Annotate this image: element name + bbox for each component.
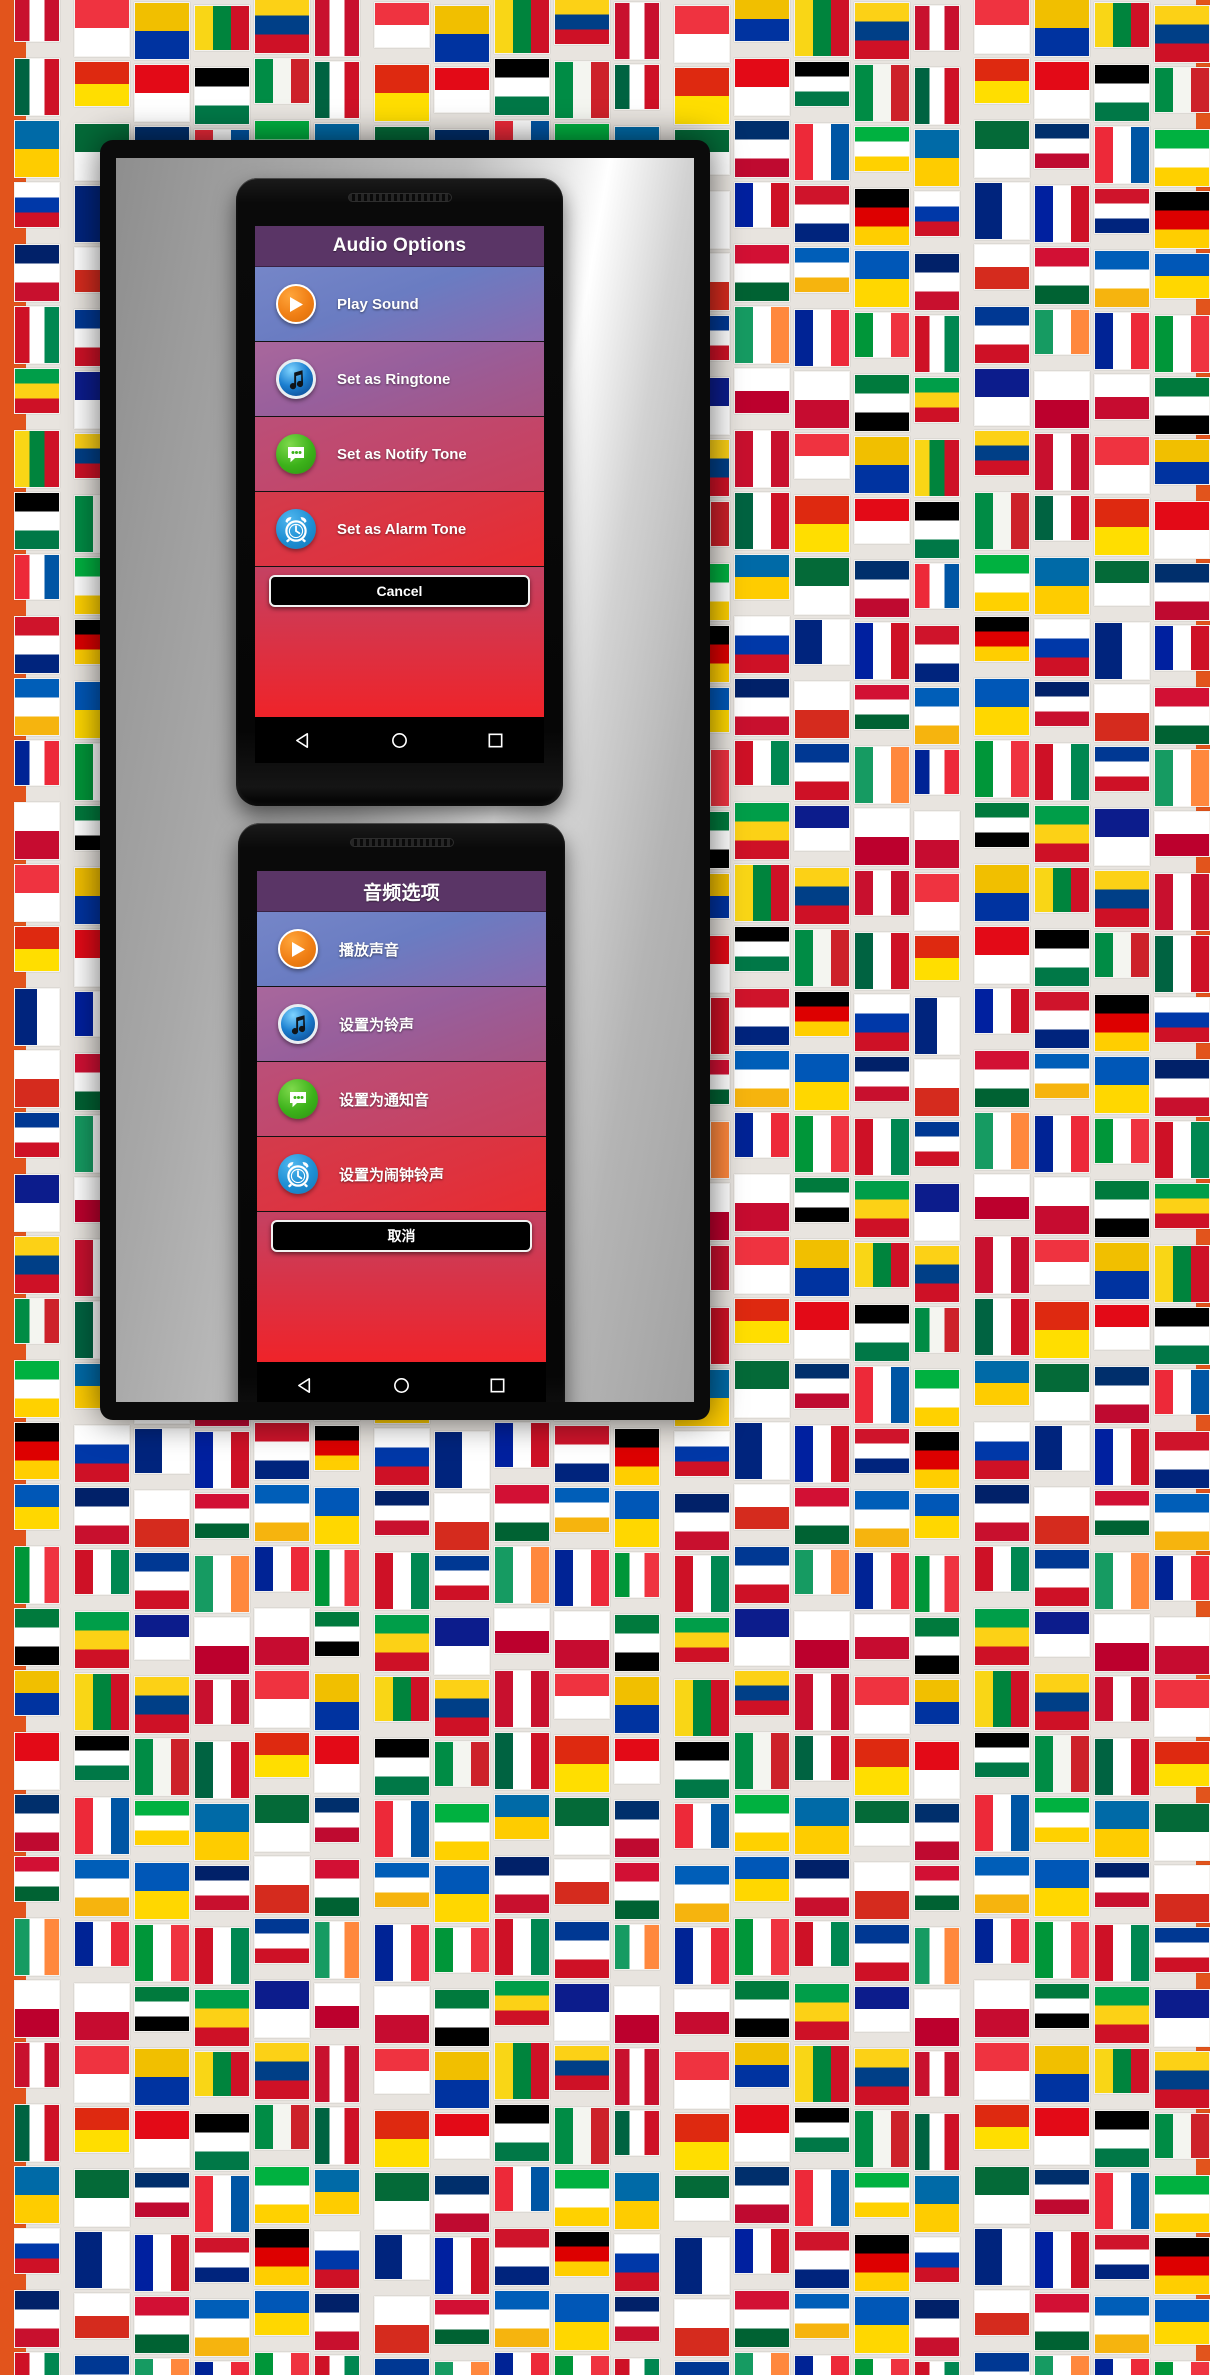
dialog-title: Audio Options [255, 226, 544, 267]
home-icon[interactable] [390, 731, 409, 750]
cancel-button[interactable]: 取消 [271, 1220, 532, 1252]
audio-options-dialog: Audio Options Play Sound Set as Ringtone… [255, 226, 544, 717]
cancel-row: 取消 [257, 1212, 546, 1252]
back-icon[interactable] [294, 731, 313, 750]
option-label: 播放声音 [339, 941, 400, 959]
option-row-set-alarm-tone[interactable]: Set as Alarm Tone [255, 492, 544, 567]
back-icon[interactable] [296, 1376, 315, 1395]
earpiece-speaker-icon [347, 193, 452, 202]
option-row-play-sound[interactable]: 播放声音 [257, 912, 546, 987]
phone-screen: Audio Options Play Sound Set as Ringtone… [255, 226, 544, 717]
cancel-row: Cancel [255, 567, 544, 607]
screenshot-backdrop: Audio Options Play Sound Set as Ringtone… [116, 158, 694, 1402]
play-icon [278, 929, 318, 969]
option-label: Play Sound [337, 295, 419, 313]
recents-icon[interactable] [488, 1376, 507, 1395]
dialog-filler [255, 607, 544, 717]
option-label: Set as Notify Tone [337, 445, 467, 463]
earpiece-speaker-icon [349, 838, 454, 847]
option-label: 设置为闹钟铃声 [339, 1166, 445, 1184]
message-icon [276, 434, 316, 474]
option-row-set-ringtone[interactable]: Set as Ringtone [255, 342, 544, 417]
recents-icon[interactable] [486, 731, 505, 750]
option-row-play-sound[interactable]: Play Sound [255, 267, 544, 342]
android-navigation-bar [257, 1362, 546, 1402]
ringtone-icon [276, 359, 316, 399]
ringtone-icon [278, 1004, 318, 1044]
option-row-set-ringtone[interactable]: 设置为铃声 [257, 987, 546, 1062]
dialog-filler [257, 1252, 546, 1362]
screenshot-frame: Audio Options Play Sound Set as Ringtone… [100, 140, 710, 1420]
phone-screen: 音频选项 播放声音 设置为铃声 设置为通知音 设置为闹钟铃声 取消 [257, 871, 546, 1362]
option-label: Set as Ringtone [337, 370, 451, 388]
phone-mockup-chinese: 音频选项 播放声音 设置为铃声 设置为通知音 设置为闹钟铃声 取消 [238, 823, 565, 1402]
android-navigation-bar [255, 717, 544, 763]
audio-options-dialog: 音频选项 播放声音 设置为铃声 设置为通知音 设置为闹钟铃声 取消 [257, 871, 546, 1362]
option-row-set-alarm-tone[interactable]: 设置为闹钟铃声 [257, 1137, 546, 1212]
home-icon[interactable] [392, 1376, 411, 1395]
alarm-icon [276, 509, 316, 549]
option-label: 设置为铃声 [339, 1016, 415, 1034]
cancel-button[interactable]: Cancel [269, 575, 530, 607]
dialog-title: 音频选项 [257, 871, 546, 912]
play-icon [276, 284, 316, 324]
option-row-set-notify-tone[interactable]: Set as Notify Tone [255, 417, 544, 492]
option-label: 设置为通知音 [339, 1091, 430, 1109]
message-icon [278, 1079, 318, 1119]
phone-mockup-english: Audio Options Play Sound Set as Ringtone… [236, 178, 563, 815]
option-label: Set as Alarm Tone [337, 520, 467, 538]
alarm-icon [278, 1154, 318, 1194]
option-row-set-notify-tone[interactable]: 设置为通知音 [257, 1062, 546, 1137]
